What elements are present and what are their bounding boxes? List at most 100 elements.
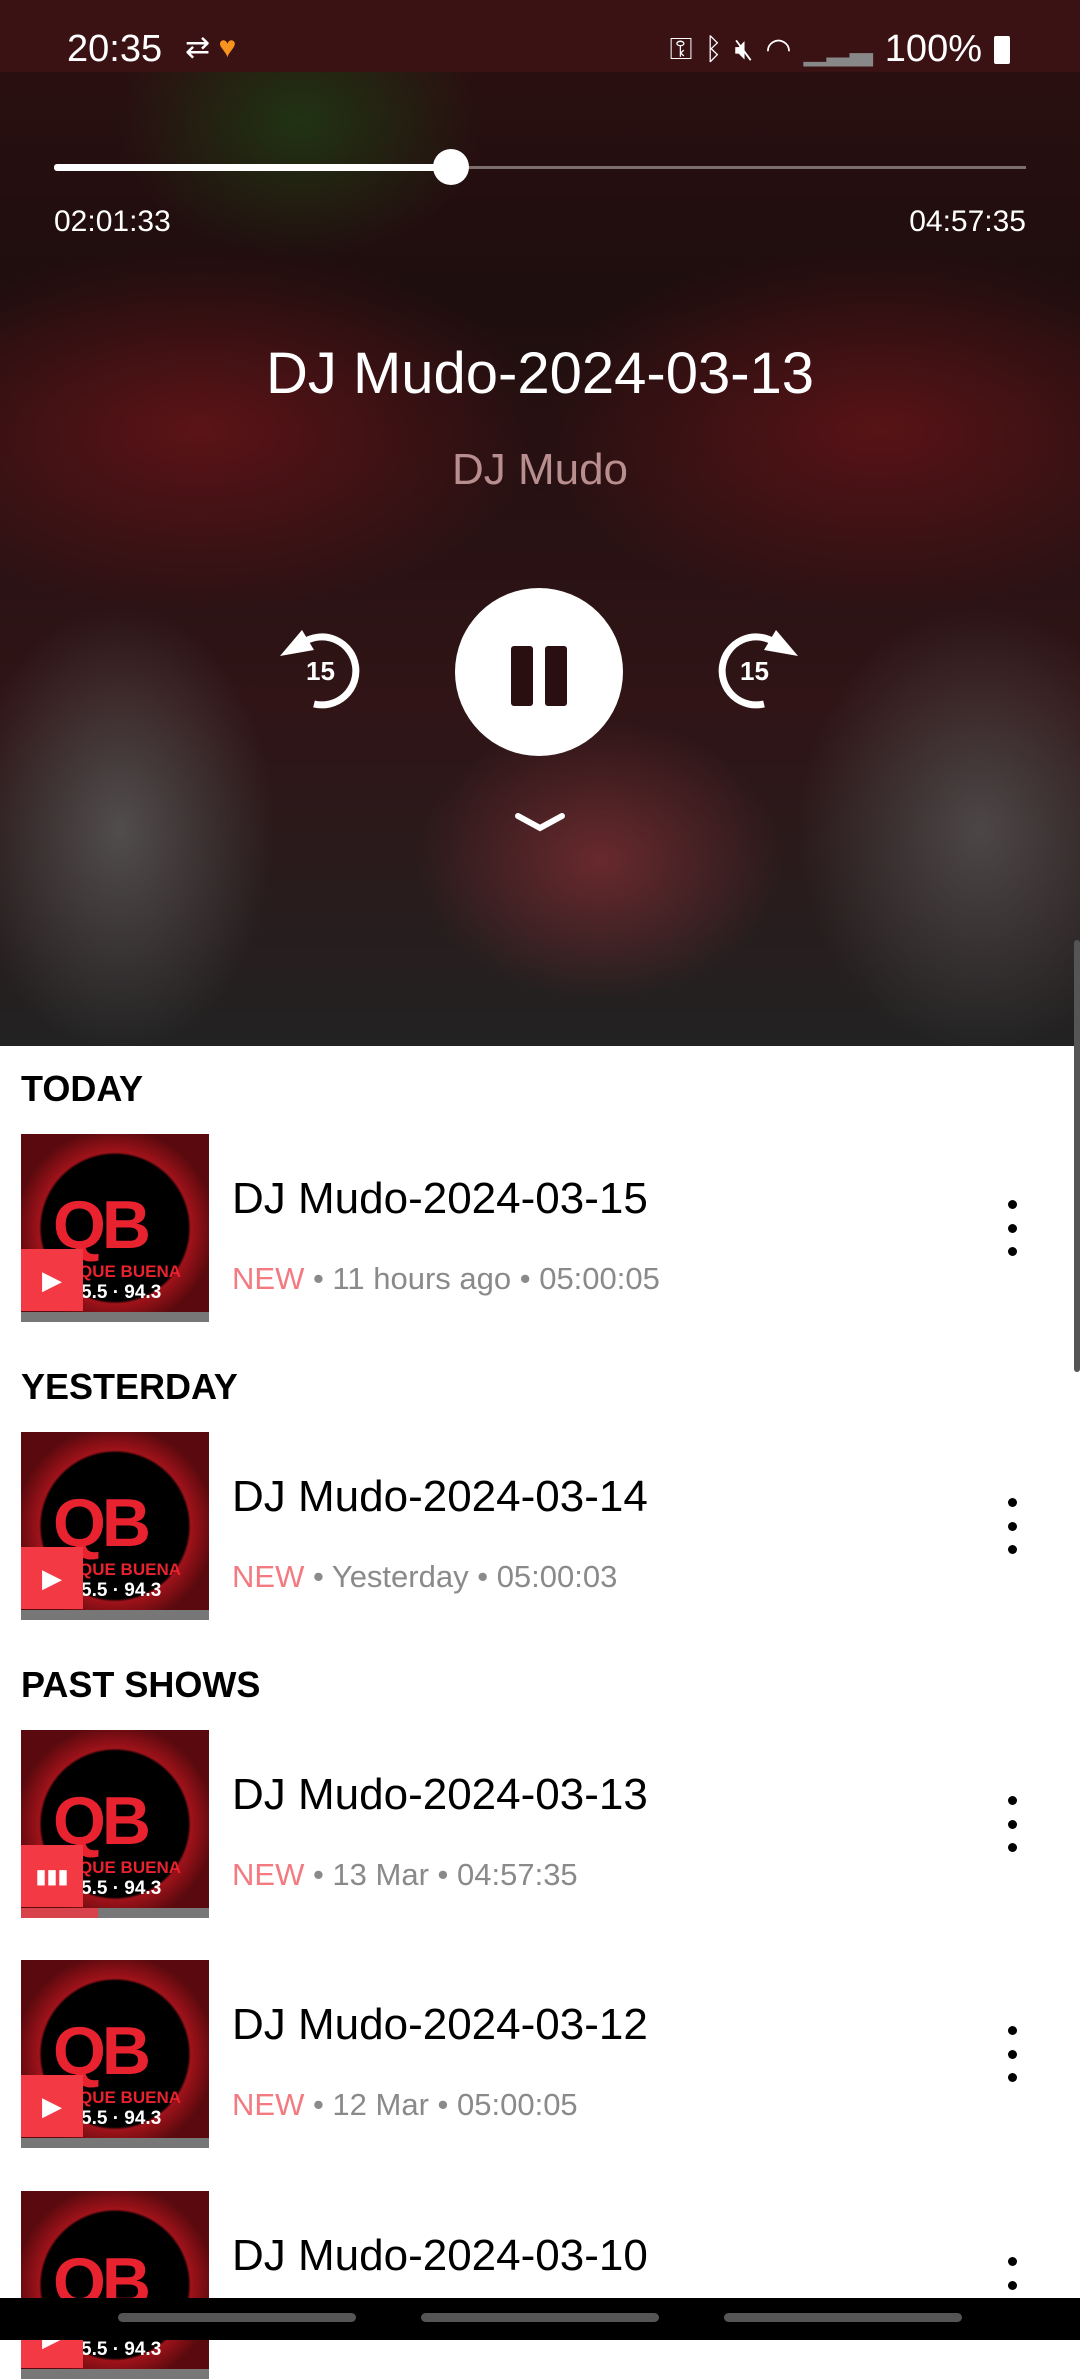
- chevron-down-icon: [515, 813, 565, 832]
- episode-progress: [21, 1908, 209, 1918]
- heart-app-icon: ♥: [218, 31, 237, 64]
- navigation-bar: [0, 2298, 1080, 2340]
- station-logo-freq: 5.5 · 94.3: [81, 1282, 162, 1303]
- dot: [1007, 1545, 1017, 1554]
- more-options-button[interactable]: [998, 2026, 1026, 2082]
- station-logo-freq: 5.5 · 94.3: [81, 2108, 162, 2129]
- dot: [1007, 1521, 1017, 1531]
- episode-title: DJ Mudo-2024-03-13: [232, 1770, 648, 1819]
- pause-icon: [511, 646, 533, 706]
- episode-artwork[interactable]: QB QUE BUENA 5.5 · 94.3 ▶: [21, 2191, 209, 2379]
- more-options-button[interactable]: [998, 1796, 1026, 1852]
- play-button[interactable]: ▶: [21, 2075, 83, 2137]
- episode-date: Yesterday: [331, 1559, 469, 1594]
- episode-meta: NEW • 11 hours ago • 05:00:05: [232, 1261, 660, 1296]
- episode-item[interactable]: QB QUE BUENA 5.5 · 94.3 ▮▮▮ DJ Mudo-2024…: [0, 1730, 1080, 1918]
- episode-duration: 05:00:05: [457, 2087, 578, 2122]
- more-vert-icon: [1007, 2257, 1017, 2266]
- play-button[interactable]: ▶: [21, 1249, 83, 1311]
- total-duration: 04:57:35: [909, 205, 1026, 238]
- more-vert-icon: [1007, 1200, 1017, 1209]
- more-vert-icon: [1007, 2026, 1017, 2035]
- dot: [1007, 2049, 1017, 2059]
- forward-15-button[interactable]: 15: [704, 620, 804, 720]
- station-logo-freq: 5.5 · 94.3: [81, 1878, 162, 1899]
- new-badge: NEW: [232, 2087, 305, 2122]
- episode-item[interactable]: QB QUE BUENA 5.5 · 94.3 ▶ DJ Mudo-2024-0…: [0, 2191, 1080, 2379]
- section-header: TODAY: [21, 1068, 144, 1109]
- episode-meta: NEW • 12 Mar • 05:00:05: [232, 2087, 578, 2122]
- rewind-15-button[interactable]: 15: [274, 620, 374, 720]
- station-logo-name: QUE BUENA: [79, 1262, 182, 1281]
- station-logo-freq: 5.5 · 94.3: [81, 1580, 162, 1601]
- station-logo-name: QUE BUENA: [79, 1560, 182, 1579]
- pause-icon-bar: [545, 646, 567, 706]
- episode-progress: [21, 2369, 209, 2379]
- new-badge: NEW: [232, 1857, 305, 1892]
- episode-artwork[interactable]: QB QUE BUENA 5.5 · 94.3 ▶: [21, 1432, 209, 1620]
- seek-bar[interactable]: [54, 149, 1026, 185]
- episode-meta: NEW • 13 Mar • 04:57:35: [232, 1857, 578, 1892]
- episode-item[interactable]: QB QUE BUENA 5.5 · 94.3 ▶ DJ Mudo-2024-0…: [0, 1134, 1080, 1322]
- new-badge: NEW: [232, 1261, 305, 1296]
- episode-title: DJ Mudo-2024-03-12: [232, 2000, 648, 2049]
- station-logo-name: QUE BUENA: [79, 1858, 182, 1877]
- episode-meta: NEW • Yesterday • 05:00:03: [232, 1559, 618, 1594]
- more-options-button[interactable]: [998, 1200, 1026, 1256]
- episode-duration: 05:00:05: [539, 1261, 660, 1296]
- dot: [1007, 1843, 1017, 1852]
- battery-percent: 100%: [884, 28, 982, 70]
- pause-button[interactable]: [455, 588, 623, 756]
- episode-date: 12 Mar: [332, 2087, 429, 2122]
- forward-seconds: 15: [740, 656, 769, 686]
- episode-artwork[interactable]: QB QUE BUENA 5.5 · 94.3 ▶: [21, 1960, 209, 2148]
- section-header: PAST SHOWS: [21, 1664, 261, 1705]
- nav-gesture-pill[interactable]: [118, 2313, 356, 2322]
- episode-progress: [21, 2138, 209, 2148]
- now-playing-bars-icon: ▮▮▮: [35, 1865, 69, 1888]
- more-options-button[interactable]: [998, 1498, 1026, 1554]
- episode-duration: 05:00:03: [496, 1559, 618, 1594]
- play-icon: ▶: [42, 1562, 62, 1593]
- episode-progress: [21, 1312, 209, 1322]
- dot: [1007, 1223, 1017, 1233]
- seek-thumb[interactable]: [432, 149, 469, 185]
- mute-icon: 🔇︎: [734, 32, 754, 66]
- seek-progress: [54, 164, 451, 171]
- now-playing-panel: 20:35 ⇄ ♥ ⚿ ᛒ 🔇︎ ◠ ▁▂▃ 100% 02:01:33 04:…: [0, 0, 1080, 1046]
- dot: [1007, 2280, 1017, 2290]
- notification-icons: ⇄ ♥: [185, 30, 236, 65]
- episode-title: DJ Mudo-2024-03-14: [232, 1472, 648, 1521]
- collapse-player-button[interactable]: [510, 808, 570, 841]
- station-logo-name: QUE BUENA: [79, 2088, 182, 2107]
- scrollbar[interactable]: [1074, 940, 1080, 1372]
- track-title: DJ Mudo-2024-03-13: [265, 341, 815, 406]
- section-header: YESTERDAY: [21, 1366, 238, 1407]
- episode-title: DJ Mudo-2024-03-10: [232, 2231, 648, 2280]
- play-button[interactable]: ▶: [21, 1547, 83, 1609]
- new-badge: NEW: [232, 1559, 305, 1594]
- play-icon: ▶: [42, 1264, 62, 1295]
- signal-icon: ▁▂▃: [803, 33, 873, 66]
- dot: [1007, 1819, 1017, 1829]
- wifi-icon: ◠: [765, 33, 792, 66]
- more-vert-icon: [1007, 1796, 1017, 1805]
- play-icon: ▶: [42, 2090, 62, 2121]
- episode-date: 13 Mar: [332, 1857, 429, 1892]
- episode-item[interactable]: QB QUE BUENA 5.5 · 94.3 ▶ DJ Mudo-2024-0…: [0, 1432, 1080, 1620]
- episode-duration: 04:57:35: [457, 1857, 578, 1892]
- status-bar: 20:35 ⇄ ♥ ⚿ ᛒ 🔇︎ ◠ ▁▂▃ 100%: [0, 0, 1080, 72]
- episode-title: DJ Mudo-2024-03-15: [232, 1174, 648, 1223]
- episode-artwork[interactable]: QB QUE BUENA 5.5 · 94.3 ▶: [21, 1134, 209, 1322]
- now-playing-button[interactable]: ▮▮▮: [21, 1845, 83, 1907]
- dot: [1007, 1247, 1017, 1256]
- nav-gesture-pill[interactable]: [421, 2313, 659, 2322]
- episode-artwork[interactable]: QB QUE BUENA 5.5 · 94.3 ▮▮▮: [21, 1730, 209, 1918]
- sync-icon: ⇄: [185, 31, 211, 64]
- track-artist: DJ Mudo: [451, 445, 629, 494]
- battery-icon: [994, 35, 1010, 64]
- episode-item[interactable]: QB QUE BUENA 5.5 · 94.3 ▶ DJ Mudo-2024-0…: [0, 1960, 1080, 2148]
- dot: [1007, 2073, 1017, 2082]
- nav-gesture-pill[interactable]: [724, 2313, 962, 2322]
- station-logo-freq: 5.5 · 94.3: [81, 2339, 162, 2360]
